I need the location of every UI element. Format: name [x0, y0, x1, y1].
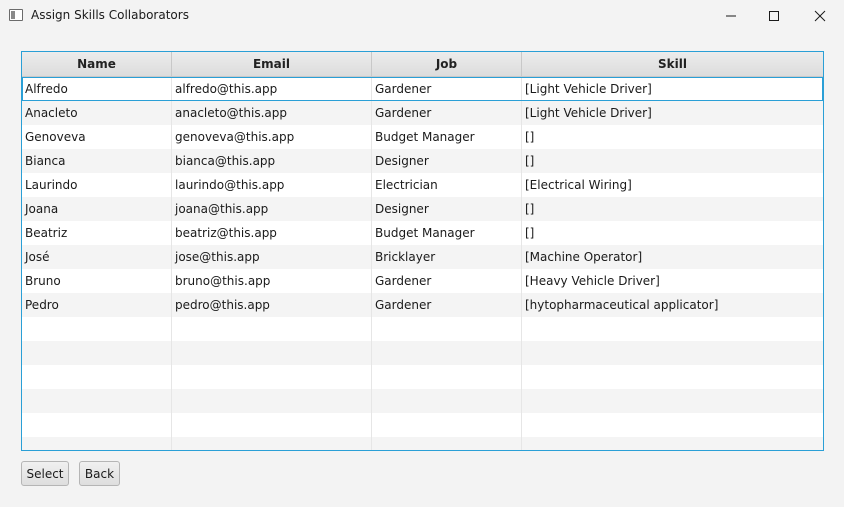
- maximize-button[interactable]: [751, 0, 797, 31]
- table-row[interactable]: José jose@this.app Bricklayer [Machine Oper…: [22, 245, 823, 269]
- table-cell: [522, 413, 823, 437]
- table-cell: pedro@this.app: [172, 293, 372, 317]
- close-icon: [814, 10, 826, 21]
- table-cell: Budget Manager: [372, 221, 522, 245]
- table-cell: [Machine Operator]: [525, 250, 643, 264]
- table-row[interactable]: Anacleto anacleto@this.app Gardener [Light …: [22, 101, 823, 125]
- table-cell: Laurindo: [22, 173, 172, 197]
- table-cell: [172, 389, 372, 413]
- table-cell: jose@this.app: [172, 245, 372, 269]
- table-cell: Alfredo: [22, 77, 172, 101]
- table-cell: [22, 341, 172, 365]
- empty-table-row[interactable]: [22, 437, 823, 450]
- table-cell: [372, 341, 522, 365]
- table-cell: Gardener: [372, 269, 522, 293]
- table-cell: Designer: [372, 197, 522, 221]
- table-cell: [Light Vehicle Driver]: [525, 82, 652, 96]
- column-header-skill[interactable]: Skill: [522, 52, 823, 77]
- table-cell: Designer: [372, 149, 522, 173]
- table-cell: Anacleto: [22, 101, 172, 125]
- table-cell: Bruno: [22, 269, 172, 293]
- back-button[interactable]: Back: [79, 461, 120, 486]
- table-cell: [522, 341, 823, 365]
- table-cell: []: [525, 202, 535, 216]
- table-cell: []: [525, 154, 535, 168]
- table-cell: [Heavy Vehicle Driver]: [525, 274, 660, 288]
- table-cell: [22, 365, 172, 389]
- table-cell: [372, 389, 522, 413]
- empty-table-row[interactable]: [22, 317, 823, 341]
- table-cell: [22, 317, 172, 341]
- app-window-icon: [9, 9, 23, 21]
- table-cell: Pedro: [22, 293, 172, 317]
- table-cell: laurindo@this.app: [172, 173, 372, 197]
- column-header-job[interactable]: Job: [372, 52, 522, 77]
- table-cell: [522, 437, 823, 450]
- empty-table-row[interactable]: [22, 365, 823, 389]
- table-cell: bianca@this.app: [172, 149, 372, 173]
- table-header: Name Email Job Skill: [22, 52, 823, 77]
- maximize-icon: [769, 10, 779, 21]
- table-cell: [Light Vehicle Driver]: [525, 106, 652, 120]
- table-row[interactable]: Laurindo laurindo@this.app Electrician [Ele…: [22, 173, 823, 197]
- table-cell: [522, 317, 823, 341]
- table-row[interactable]: Pedro pedro@this.app Gardener [hytopharmace…: [22, 293, 823, 317]
- minimize-button[interactable]: [708, 0, 754, 31]
- empty-table-row[interactable]: [22, 413, 823, 437]
- table-cell: anacleto@this.app: [172, 101, 372, 125]
- table-cell: Gardener: [372, 77, 522, 101]
- table-row[interactable]: Bianca bianca@this.app Designer[]: [22, 149, 823, 173]
- table-cell: beatriz@this.app: [172, 221, 372, 245]
- table-cell: []: [525, 130, 535, 144]
- table-cell: genoveva@this.app: [172, 125, 372, 149]
- window-title: Assign Skills Collaborators: [31, 8, 189, 22]
- table-row[interactable]: Beatriz beatriz@this.app Budget Manager[]: [22, 221, 823, 245]
- table-cell: bruno@this.app: [172, 269, 372, 293]
- table-row[interactable]: Joana joana@this.app Designer[]: [22, 197, 823, 221]
- table-cell: [172, 413, 372, 437]
- table-body: Alfredo alfredo@this.app Gardener [Light Ve…: [22, 77, 823, 450]
- table-cell: [22, 437, 172, 450]
- table-cell: [172, 317, 372, 341]
- table-cell: [522, 365, 823, 389]
- table-cell: Joana: [22, 197, 172, 221]
- table-cell: [hytopharmaceutical applicator]: [525, 298, 719, 312]
- table-cell: [22, 413, 172, 437]
- table-cell: Bianca: [22, 149, 172, 173]
- table-cell: Budget Manager: [372, 125, 522, 149]
- table-cell: [172, 365, 372, 389]
- table-cell: [522, 389, 823, 413]
- table-cell: Beatriz: [22, 221, 172, 245]
- table-cell: []: [525, 226, 535, 240]
- table-cell: Electrician: [372, 173, 522, 197]
- table-row[interactable]: Alfredo alfredo@this.app Gardener [Light Ve…: [22, 77, 823, 101]
- table-row[interactable]: Bruno bruno@this.app Gardener [Heavy Vehicl…: [22, 269, 823, 293]
- table-cell: Gardener: [372, 293, 522, 317]
- column-header-email[interactable]: Email: [172, 52, 372, 77]
- table-cell: Gardener: [372, 101, 522, 125]
- table-cell: [Electrical Wiring]: [525, 178, 632, 192]
- table-cell: [22, 389, 172, 413]
- table-cell: José: [22, 245, 172, 269]
- table-cell: joana@this.app: [172, 197, 372, 221]
- table-cell: [172, 437, 372, 450]
- table-cell: [372, 413, 522, 437]
- empty-table-row[interactable]: [22, 341, 823, 365]
- table-cell: [372, 317, 522, 341]
- table-row[interactable]: Genoveva genoveva@this.app Budget Manager[…: [22, 125, 823, 149]
- minimize-icon: [726, 15, 736, 16]
- table-cell: [372, 437, 522, 450]
- table-cell: [172, 341, 372, 365]
- table-cell: Bricklayer: [372, 245, 522, 269]
- close-button[interactable]: [797, 0, 843, 31]
- table-cell: [372, 365, 522, 389]
- collaborators-table[interactable]: Name Email Job Skill Alfredo alfredo@this…: [21, 51, 824, 451]
- column-header-name[interactable]: Name: [22, 52, 172, 77]
- title-bar: Assign Skills Collaborators: [0, 0, 844, 31]
- empty-table-row[interactable]: [22, 389, 823, 413]
- select-button[interactable]: Select: [21, 461, 69, 486]
- table-cell: alfredo@this.app: [172, 77, 372, 101]
- table-cell: Genoveva: [22, 125, 172, 149]
